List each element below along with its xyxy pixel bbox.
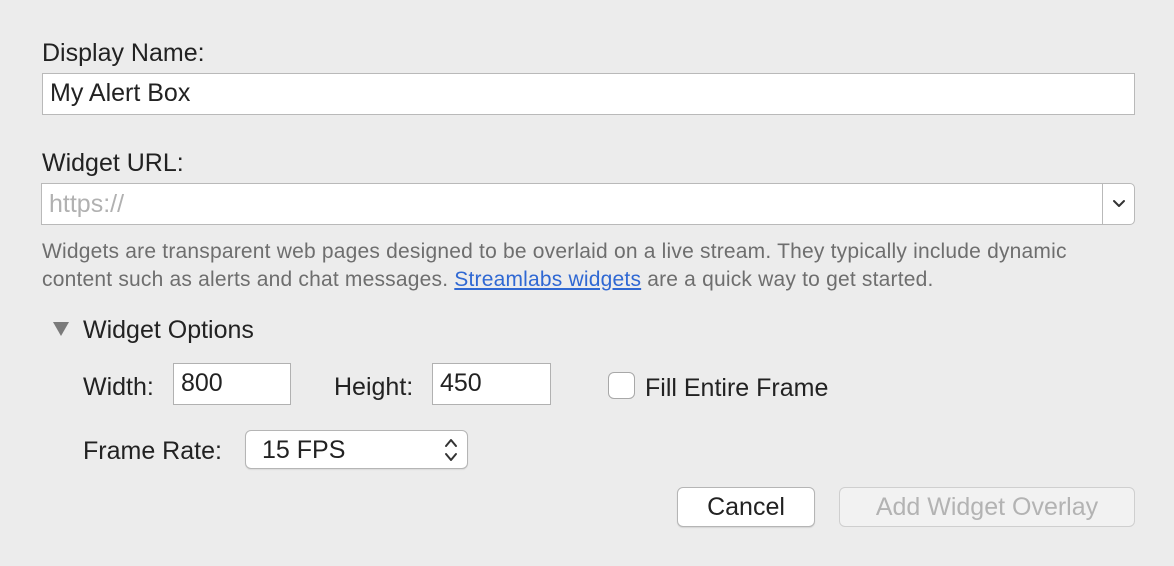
display-name-field[interactable]: My Alert Box (42, 73, 1135, 115)
widget-url-label: Widget URL: (42, 149, 184, 177)
widget-url-dropdown-button[interactable] (1102, 183, 1135, 225)
description-text-after: are a quick way to get started. (641, 268, 934, 291)
widget-description: Widgets are transparent web pages design… (42, 238, 1142, 294)
fill-entire-frame-checkbox[interactable] (608, 372, 635, 399)
frame-rate-label: Frame Rate: (83, 437, 222, 465)
fill-entire-frame-label[interactable]: Fill Entire Frame (645, 373, 828, 403)
disclosure-triangle-down-icon[interactable] (52, 321, 70, 337)
height-input[interactable]: 450 (432, 363, 551, 405)
add-widget-overlay-button[interactable]: Add Widget Overlay (839, 487, 1135, 527)
widget-url-combobox (41, 183, 1135, 225)
chevron-down-icon (1112, 200, 1125, 207)
up-down-chevrons-icon (445, 439, 457, 461)
display-name-label: Display Name: (42, 39, 205, 67)
frame-rate-value: 15 FPS (262, 436, 346, 464)
widget-url-input[interactable] (41, 183, 1103, 225)
frame-rate-select[interactable]: 15 FPS (245, 430, 468, 469)
height-label: Height: (334, 373, 414, 401)
streamlabs-widgets-link[interactable]: Streamlabs widgets (454, 268, 641, 291)
cancel-button[interactable]: Cancel (677, 487, 815, 527)
width-label: Width: (83, 373, 154, 401)
width-input[interactable]: 800 (173, 363, 291, 405)
widget-options-title[interactable]: Widget Options (83, 315, 254, 345)
